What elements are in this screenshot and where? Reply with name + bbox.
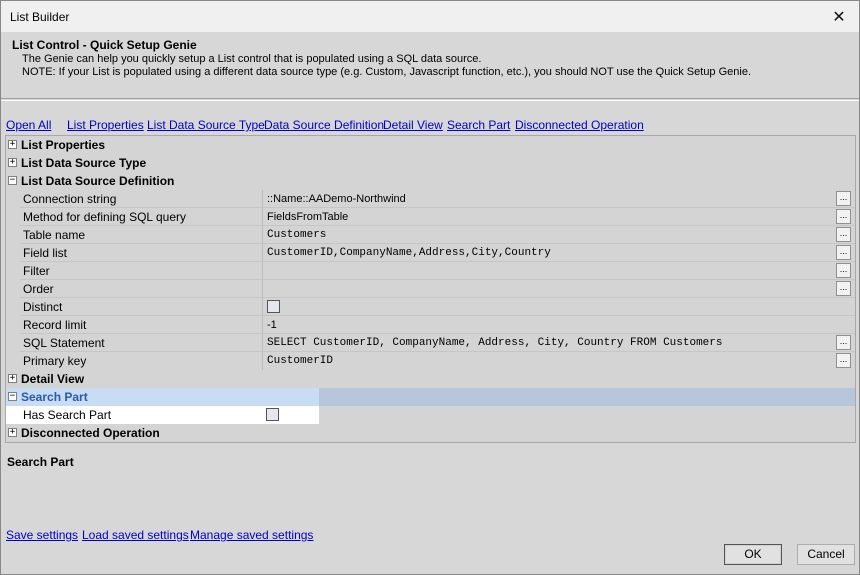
close-icon[interactable]: ✕ xyxy=(819,1,859,32)
header-divider xyxy=(1,100,859,101)
property-name: Primary key xyxy=(23,354,87,368)
ellipsis-button[interactable]: ... xyxy=(836,245,851,260)
property-name: Table name xyxy=(23,228,86,242)
property-value-cell[interactable] xyxy=(262,406,855,424)
property-has-search-part[interactable]: Has Search Part xyxy=(6,406,855,424)
settings-links: Save settings Load saved settings Manage… xyxy=(1,528,601,544)
property-name: Has Search Part xyxy=(23,408,112,422)
property-value: CustomerID xyxy=(267,355,334,367)
property-value-cell[interactable] xyxy=(262,298,855,316)
expand-plus-icon[interactable]: + xyxy=(8,158,17,167)
property-value-cell[interactable]: ::Name::AADemo-Northwind ... xyxy=(262,190,855,208)
category-search-part[interactable]: − Search Part xyxy=(6,388,855,406)
nav-disconnected-operation-link[interactable]: Disconnected Operation xyxy=(515,118,644,132)
property-value-cell[interactable]: ... xyxy=(262,280,855,298)
category-label: List Properties xyxy=(21,138,106,152)
ellipsis-button[interactable]: ... xyxy=(836,227,851,242)
property-value: -1 xyxy=(267,319,277,331)
property-value-cell[interactable]: CustomerID,CompanyName,Address,City,Coun… xyxy=(262,244,855,262)
category-label: Detail View xyxy=(21,372,85,386)
category-label: List Data Source Type xyxy=(21,156,147,170)
genie-header: List Control - Quick Setup Genie The Gen… xyxy=(1,32,859,99)
nav-search-part-link[interactable]: Search Part xyxy=(447,118,510,132)
nav-list-data-source-type-link[interactable]: List Data Source Type xyxy=(147,118,265,132)
nav-list-properties-link[interactable]: List Properties xyxy=(67,118,144,132)
collapse-minus-icon[interactable]: − xyxy=(8,176,17,185)
title-bar: List Builder ✕ xyxy=(1,1,859,32)
list-builder-window: List Builder ✕ List Control - Quick Setu… xyxy=(0,0,860,575)
property-order[interactable]: Order ... xyxy=(6,280,855,298)
property-sql-statement[interactable]: SQL Statement SELECT CustomerID, Company… xyxy=(6,334,855,352)
property-connection-string[interactable]: Connection string ::Name::AADemo-Northwi… xyxy=(6,190,855,208)
property-name: SQL Statement xyxy=(23,336,105,350)
property-table-name[interactable]: Table name Customers ... xyxy=(6,226,855,244)
cancel-button[interactable]: Cancel xyxy=(797,544,855,565)
property-name: Record limit xyxy=(23,318,87,332)
category-list-data-source-type[interactable]: + List Data Source Type xyxy=(6,154,855,172)
property-name: Field list xyxy=(23,246,68,260)
property-distinct[interactable]: Distinct xyxy=(6,298,855,316)
manage-saved-settings-link[interactable]: Manage saved settings xyxy=(190,528,313,542)
property-value-cell[interactable]: -1 xyxy=(262,316,855,334)
load-saved-settings-link[interactable]: Load saved settings xyxy=(82,528,189,542)
property-name: Filter xyxy=(23,264,50,278)
description-title: Search Part xyxy=(7,455,74,469)
ellipsis-button[interactable]: ... xyxy=(836,281,851,296)
property-value: Customers xyxy=(267,229,327,241)
genie-title: List Control - Quick Setup Genie xyxy=(12,38,197,52)
ellipsis-button[interactable]: ... xyxy=(836,209,851,224)
ellipsis-button[interactable]: ... xyxy=(836,191,851,206)
category-detail-view[interactable]: + Detail View xyxy=(6,370,855,388)
distinct-checkbox[interactable] xyxy=(267,300,280,313)
ellipsis-button[interactable]: ... xyxy=(836,335,851,350)
category-list-properties[interactable]: + List Properties xyxy=(6,136,855,154)
property-method[interactable]: Method for defining SQL query FieldsFrom… xyxy=(6,208,855,226)
property-value: ::Name::AADemo-Northwind xyxy=(267,193,406,205)
collapse-minus-icon[interactable]: − xyxy=(8,392,17,401)
property-value-cell[interactable]: ... xyxy=(262,262,855,280)
category-label: Disconnected Operation xyxy=(21,426,160,440)
ok-button[interactable]: OK xyxy=(724,544,782,565)
property-name: Connection string xyxy=(23,192,117,206)
nav-detail-view-link[interactable]: Detail View xyxy=(383,118,443,132)
property-grid: + List Properties + List Data Source Typ… xyxy=(5,135,856,443)
nav-data-source-definition-link[interactable]: Data Source Definition xyxy=(264,118,384,132)
property-field-list[interactable]: Field list CustomerID,CompanyName,Addres… xyxy=(6,244,855,262)
category-list-data-source-definition[interactable]: − List Data Source Definition xyxy=(6,172,855,190)
category-disconnected-operation[interactable]: + Disconnected Operation xyxy=(6,424,855,442)
property-name: Method for defining SQL query xyxy=(23,210,186,224)
genie-description: The Genie can help you quickly setup a L… xyxy=(22,53,482,65)
property-value-cell[interactable]: FieldsFromTable ... xyxy=(262,208,855,226)
property-record-limit[interactable]: Record limit -1 xyxy=(6,316,855,334)
property-value: SELECT CustomerID, CompanyName, Address,… xyxy=(267,337,723,349)
property-value: FieldsFromTable xyxy=(267,211,349,223)
genie-note: NOTE: If your List is populated using a … xyxy=(22,66,752,78)
property-primary-key[interactable]: Primary key CustomerID ... xyxy=(6,352,855,370)
save-settings-link[interactable]: Save settings xyxy=(6,528,78,542)
expand-plus-icon[interactable]: + xyxy=(8,428,17,437)
property-value-cell[interactable]: Customers ... xyxy=(262,226,855,244)
open-all-link[interactable]: Open All xyxy=(6,118,51,132)
property-filter[interactable]: Filter ... xyxy=(6,262,855,280)
property-name: Order xyxy=(23,282,54,296)
property-value: CustomerID,CompanyName,Address,City,Coun… xyxy=(267,247,551,259)
property-value-cell[interactable]: CustomerID ... xyxy=(262,352,855,370)
window-title: List Builder xyxy=(10,10,70,24)
expand-plus-icon[interactable]: + xyxy=(8,374,17,383)
property-value-cell[interactable]: SELECT CustomerID, CompanyName, Address,… xyxy=(262,334,855,352)
section-nav: Open All List Properties List Data Sourc… xyxy=(1,118,859,134)
ellipsis-button[interactable]: ... xyxy=(836,353,851,368)
category-label: Search Part xyxy=(21,390,88,404)
ellipsis-button[interactable]: ... xyxy=(836,263,851,278)
expand-plus-icon[interactable]: + xyxy=(8,140,17,149)
property-name: Distinct xyxy=(23,300,63,314)
has-search-part-checkbox[interactable] xyxy=(266,408,279,421)
category-label: List Data Source Definition xyxy=(21,174,175,188)
